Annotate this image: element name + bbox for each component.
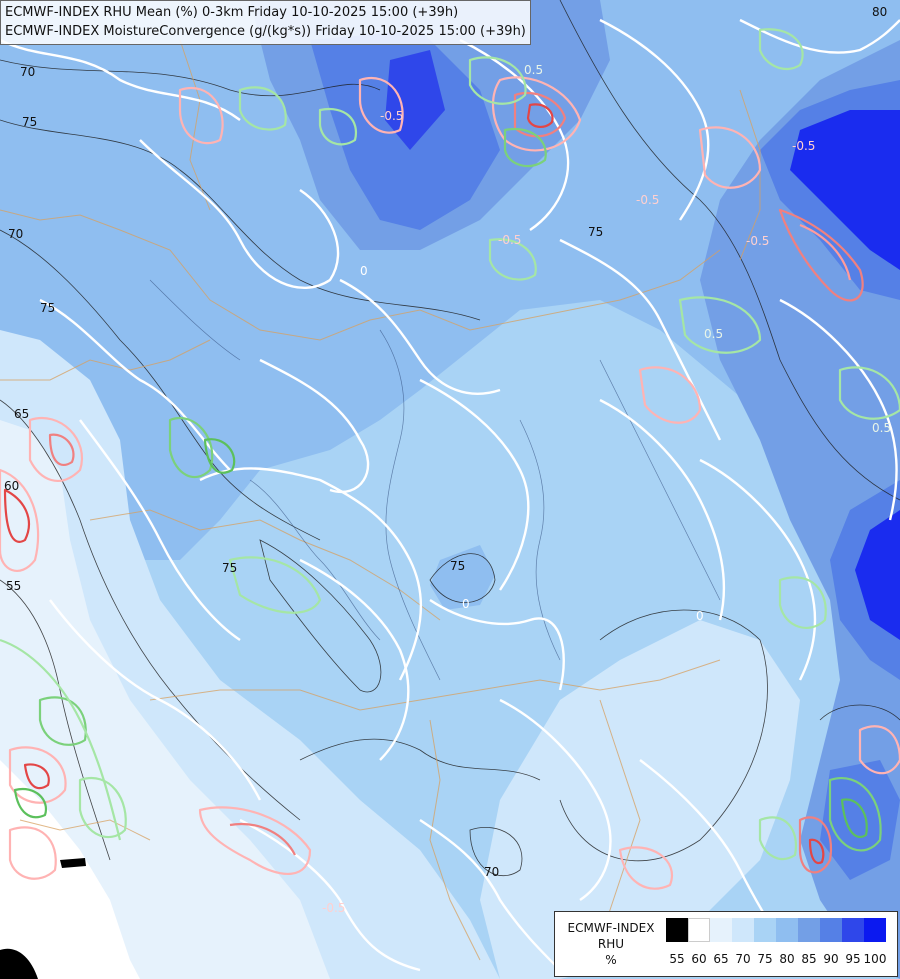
- convergence-label: -0.5: [498, 233, 521, 247]
- legend-tick: 75: [757, 952, 773, 966]
- title-line-rhu: ECMWF-INDEX RHU Mean (%) 0-3km Friday 10…: [5, 5, 459, 20]
- convergence-label: 0.5: [524, 63, 543, 77]
- legend-swatch: [842, 918, 864, 942]
- rhu-label: 70: [8, 227, 23, 241]
- legend-swatch: [754, 918, 776, 942]
- rhu-label: 75: [222, 561, 237, 575]
- convergence-label: 0: [696, 609, 704, 623]
- convergence-label: -0.5: [792, 139, 815, 153]
- rhu-label: 70: [20, 65, 35, 79]
- title-line-convergence: ECMWF-INDEX MoistureConvergence (g/(kg*s…: [5, 24, 526, 39]
- legend-tick: 95: [845, 952, 861, 966]
- weather-map: 80 70 75 70 75 65 60 55 75 75 75 70 0.5 …: [0, 0, 900, 979]
- rhu-label: 75: [40, 301, 55, 315]
- legend-title-line: RHU: [597, 937, 625, 951]
- legend-tick: 85: [801, 952, 817, 966]
- convergence-label: 0.5: [872, 421, 891, 435]
- legend-swatch: [666, 918, 688, 942]
- legend-swatch: [732, 918, 754, 942]
- convergence-label: 0: [462, 597, 470, 611]
- rhu-label: 75: [588, 225, 603, 239]
- map-title: ECMWF-INDEX RHU Mean (%) 0-3km Friday 10…: [0, 0, 531, 45]
- legend-tick: 90: [823, 952, 839, 966]
- convergence-label: -0.5: [322, 901, 345, 915]
- rhu-label: 75: [22, 115, 37, 129]
- convergence-label: -0.5: [636, 193, 659, 207]
- rhu-label: 55: [6, 579, 21, 593]
- legend-tick: 60: [691, 952, 707, 966]
- legend-swatch: [864, 918, 886, 942]
- legend-tick: 65: [713, 952, 729, 966]
- legend-swatch: [798, 918, 820, 942]
- legend-tick: 80: [779, 952, 795, 966]
- legend-ticks: 55 60 65 70 75 80 85 90 95 100: [666, 952, 896, 968]
- legend-tick: 55: [669, 952, 685, 966]
- legend-title-line: %: [605, 953, 617, 967]
- rhu-label: 75: [450, 559, 465, 573]
- convergence-label: -0.5: [380, 109, 403, 123]
- convergence-label: 0: [360, 264, 368, 278]
- legend-tick: 70: [735, 952, 751, 966]
- legend-title-line: ECMWF-INDEX: [567, 921, 655, 935]
- legend-title: ECMWF-INDEX RHU %: [559, 920, 663, 968]
- legend-swatches: [666, 918, 886, 942]
- convergence-label: 0.5: [704, 327, 723, 341]
- rhu-label: 70: [484, 865, 499, 879]
- rhu-label: 60: [4, 479, 19, 493]
- rhu-label: 65: [14, 407, 29, 421]
- rhu-label: 80: [872, 5, 887, 19]
- convergence-label: -0.5: [746, 234, 769, 248]
- legend-tick: 100: [863, 952, 887, 966]
- legend-swatch: [776, 918, 798, 942]
- legend-swatch: [710, 918, 732, 942]
- legend: ECMWF-INDEX RHU % 55 60 65 70 75 80 85 90 95 100: [554, 911, 898, 977]
- legend-swatch: [688, 918, 710, 942]
- legend-swatch: [820, 918, 842, 942]
